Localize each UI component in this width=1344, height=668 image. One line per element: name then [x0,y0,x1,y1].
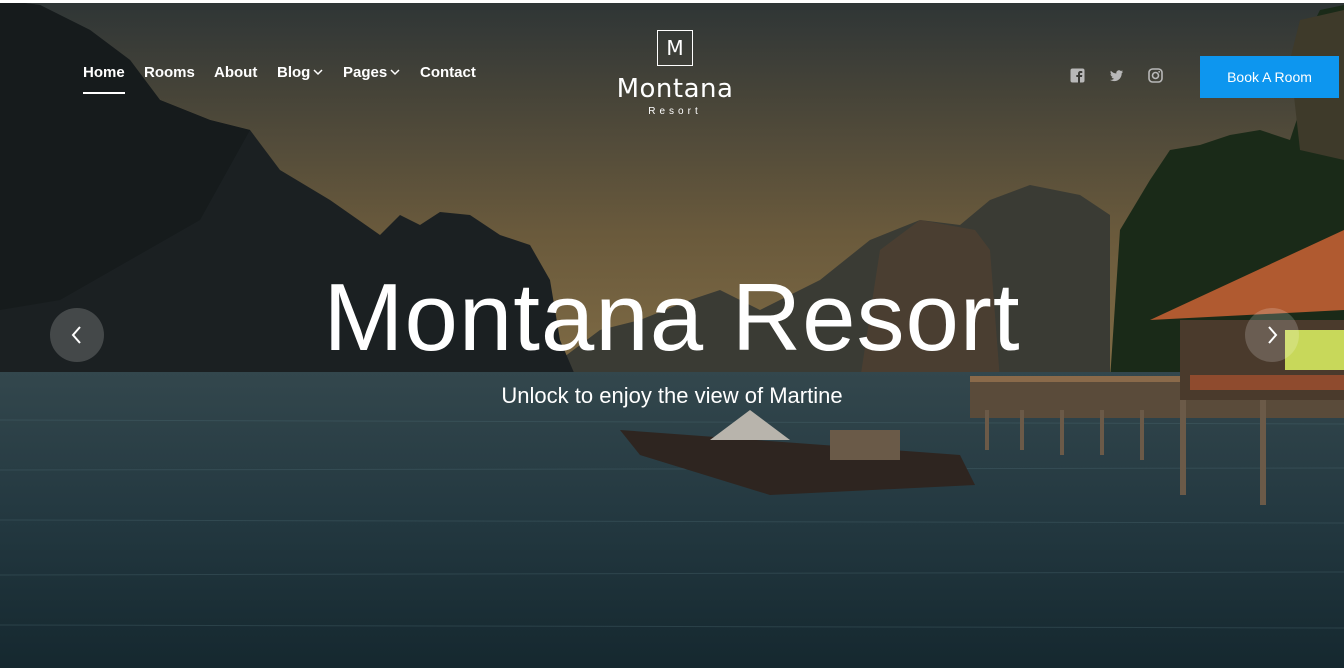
hero-title: Montana Resort [323,264,1021,371]
nav-item-label: Contact [420,64,476,81]
facebook-icon[interactable] [1070,68,1085,83]
nav-item-blog[interactable]: Blog [277,64,343,81]
social-links [1070,68,1163,83]
nav-item-home[interactable]: Home [83,64,144,81]
nav-item-label: Home [83,64,125,81]
nav-item-label: Pages [343,64,388,81]
nav-item-label: About [214,64,258,81]
hero-subtitle: Unlock to enjoy the view of Martine [501,383,843,408]
hero-section: Home Rooms About Blog Pages Contact M Mo… [0,0,1344,668]
logo-monogram: M [657,30,693,66]
site-logo[interactable]: M Montana Resort [600,30,750,117]
logo-name: Montana [616,74,734,104]
nav-item-label: Rooms [144,64,195,81]
nav-item-pages[interactable]: Pages [343,64,420,81]
chevron-down-icon [390,64,400,81]
nav-item-about[interactable]: About [214,64,277,81]
top-border [0,0,1344,3]
book-a-room-button[interactable]: Book A Room [1200,56,1339,98]
main-nav: Home Rooms About Blog Pages Contact [83,64,476,81]
chevron-down-icon [313,64,323,81]
twitter-icon[interactable] [1109,68,1124,83]
logo-subtitle: Resort [648,106,702,117]
nav-item-label: Blog [277,64,311,81]
nav-item-contact[interactable]: Contact [420,64,476,81]
nav-active-indicator [83,92,125,94]
nav-item-rooms[interactable]: Rooms [144,64,214,81]
instagram-icon[interactable] [1148,68,1163,83]
